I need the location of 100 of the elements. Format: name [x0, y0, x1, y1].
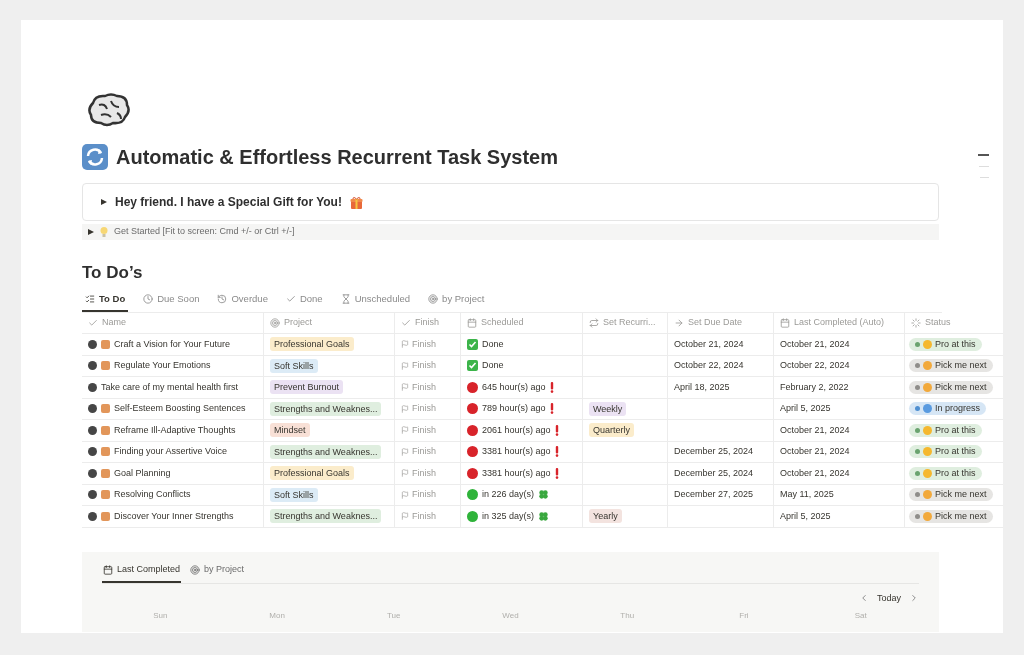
calendar-icon: [780, 318, 790, 328]
flag-icon: [401, 447, 409, 456]
project-tag: Soft Skills: [270, 358, 318, 373]
completed-date: October 21, 2024: [780, 445, 850, 458]
repeat-icon: [589, 318, 599, 328]
status-pill: Pick me next: [909, 359, 993, 373]
finish-button[interactable]: Finish: [401, 509, 436, 523]
emoji-icon: [923, 490, 932, 500]
finish-button[interactable]: Finish: [401, 466, 436, 480]
column-header[interactable]: Finish: [394, 313, 460, 333]
weekday-label: Mon: [269, 610, 285, 622]
finish-button[interactable]: Finish: [401, 423, 436, 437]
next-icon[interactable]: [909, 593, 919, 604]
toggle-arrow-icon[interactable]: [101, 199, 107, 205]
flag-icon: [401, 383, 409, 392]
page-title: Automatic & Effortless Recurrent Task System: [116, 147, 558, 167]
status-pill: Pro at this: [909, 423, 982, 437]
callout[interactable]: Hey friend. I have a Special Gift for You!: [82, 183, 939, 221]
view-tab[interactable]: by Project: [425, 291, 488, 312]
column-header[interactable]: Status: [904, 313, 1003, 333]
view-tab[interactable]: To Do: [82, 291, 129, 312]
scheduled-text: 2061 hour(s) ago: [482, 423, 551, 437]
status-pill: Pro at this: [909, 466, 982, 480]
scheduled-text: in 325 day(s): [482, 509, 535, 523]
task-name[interactable]: Self-Esteem Boosting Sentences: [114, 402, 246, 416]
exclamation-icon: [554, 467, 559, 479]
weekday-label: Thu: [620, 610, 635, 622]
weekday-label: Sat: [854, 610, 867, 622]
exclamation-icon: [554, 446, 559, 458]
column-header[interactable]: Set Recurri...: [582, 313, 667, 333]
due-date: October 21, 2024: [674, 337, 744, 351]
scheduled-text: Done: [482, 359, 504, 372]
task-name[interactable]: Discover Your Inner Strengths: [114, 509, 234, 523]
task-name[interactable]: Resolving Conflicts: [114, 488, 191, 502]
completed-date: April 5, 2025: [780, 509, 831, 523]
task-name[interactable]: Reframe Ill-Adaptive Thoughts: [114, 423, 236, 437]
column-header[interactable]: Set Due Date: [667, 313, 773, 333]
bullet-icon: [88, 339, 97, 349]
bullet-icon: [88, 490, 97, 500]
finish-button[interactable]: Finish: [401, 402, 436, 416]
toggle-arrow-icon[interactable]: [88, 229, 94, 235]
task-name[interactable]: Craft a Vision for Your Future: [114, 337, 230, 351]
today-button[interactable]: Today: [876, 591, 901, 605]
task-name[interactable]: Finding your Assertive Voice: [114, 445, 228, 459]
flag-icon: [401, 512, 409, 521]
clock-icon: [143, 293, 154, 304]
emoji-icon: [923, 361, 932, 371]
bullet-icon: [88, 425, 97, 435]
emoji-icon: [923, 468, 932, 478]
column-header[interactable]: Name: [82, 313, 263, 333]
status-pill: Pick me next: [909, 488, 993, 502]
task-name[interactable]: Take care of my mental health first: [101, 380, 239, 394]
finish-button[interactable]: Finish: [401, 380, 436, 394]
completed-date: October 22, 2024: [780, 359, 850, 372]
due-date: April 18, 2025: [674, 380, 730, 394]
status-pill: Pro at this: [909, 337, 982, 351]
brain-icon: [87, 93, 131, 127]
bullet-icon: [88, 447, 97, 457]
scheduled-text: 645 hour(s) ago: [482, 380, 546, 394]
checkmark-icon: [285, 293, 296, 304]
completed-date: October 21, 2024: [780, 423, 850, 437]
finish-button[interactable]: Finish: [401, 359, 436, 373]
view-tab[interactable]: Unscheduled: [337, 291, 414, 312]
project-tag: Prevent Burnout: [270, 380, 344, 395]
task-name[interactable]: Regulate Your Emotions: [114, 359, 211, 373]
flag-icon: [401, 490, 409, 499]
view-tab[interactable]: Due Soon: [140, 291, 203, 312]
column-header[interactable]: Project: [263, 313, 394, 333]
view-tab[interactable]: Done: [282, 291, 326, 312]
view-tab[interactable]: Overdue: [214, 291, 271, 312]
task-name[interactable]: Goal Planning: [114, 466, 171, 480]
view-tab[interactable]: by Project: [189, 563, 246, 583]
scheduled-text: in 226 day(s): [482, 488, 535, 501]
gift-icon: [349, 195, 363, 209]
project-tag: Strengths and Weaknes...: [270, 444, 382, 459]
checkmark-icon: [88, 318, 98, 328]
completed-date: May 11, 2025: [780, 488, 834, 501]
status-pill: Pro at this: [909, 445, 982, 459]
refresh-icon: [82, 144, 108, 170]
project-tag: Professional Goals: [270, 337, 354, 352]
weekday-label: Fri: [739, 610, 749, 622]
scheduled-text: Done: [482, 337, 504, 351]
column-header[interactable]: Last Completed (Auto): [773, 313, 904, 333]
status-pill: Pick me next: [909, 380, 993, 394]
view-tab[interactable]: Last Completed: [102, 563, 182, 583]
target-icon: [190, 564, 201, 575]
bullet-icon: [88, 382, 97, 392]
bullet-icon: [88, 511, 97, 521]
column-header[interactable]: Scheduled: [460, 313, 582, 333]
clover-icon: [538, 510, 550, 522]
toggle-block[interactable]: Get Started [Fit to screen: Cmd +/- or Ctrl +/-]: [82, 224, 939, 240]
finish-button[interactable]: Finish: [401, 337, 436, 351]
completed-date: October 21, 2024: [780, 466, 850, 480]
completed-date: April 5, 2025: [780, 402, 831, 415]
project-tag: Strengths and Weaknes...: [270, 401, 382, 416]
flag-icon: [401, 361, 409, 370]
finish-button[interactable]: Finish: [401, 445, 436, 459]
toggle-text: Get Started [Fit to screen: Cmd +/- or Ctrl +/-]: [114, 225, 295, 239]
recurrence-tag: Quarterly: [589, 423, 634, 438]
finish-button[interactable]: Finish: [401, 488, 436, 502]
